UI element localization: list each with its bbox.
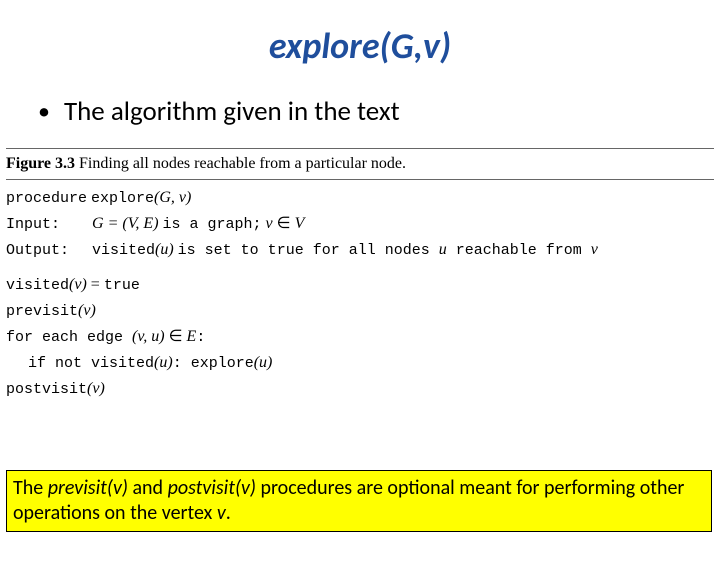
arg-v: (v): [87, 380, 105, 397]
lbl-input: Input:: [6, 213, 88, 236]
bullet-dot-icon: •: [38, 96, 50, 128]
lbl-output: Output:: [6, 239, 88, 262]
note-postvisit: postvisit(v): [168, 476, 256, 500]
fn-previsit: previsit: [6, 303, 78, 320]
paren: ): [153, 215, 158, 232]
algo-line-5: postvisit(v): [6, 377, 714, 402]
slide: explore(G,v) • The algorithm given in th…: [0, 24, 720, 564]
eq-open: = (: [104, 215, 128, 232]
sym-in: ∈: [165, 328, 187, 345]
arg-u: (u): [154, 354, 173, 371]
highlight-note: The previsit(v) and postvisit(v) procedu…: [6, 470, 712, 532]
algo-input-line: Input: G = (V, E) is a graph; v ∈ V: [6, 212, 714, 237]
sym-g: G: [92, 215, 104, 232]
algo-line-1: visited(v) = true: [6, 273, 714, 298]
figure-caption-text: Finding all nodes reachable from a parti…: [79, 155, 406, 172]
arg-g: G: [159, 189, 171, 206]
txt-isagraph: is a graph;: [163, 216, 262, 233]
proc-name: explore: [91, 190, 154, 207]
note-previsit: previsit(v): [48, 476, 128, 500]
fn-explore: explore: [182, 355, 254, 372]
colon: :: [173, 355, 182, 372]
algo-line-4: if not visited(u): explore(u): [6, 351, 714, 376]
note-text: .: [226, 501, 231, 525]
figure-caption: Figure 3.3 Finding all nodes reachable f…: [0, 151, 720, 177]
fn-postvisit: postvisit: [6, 381, 87, 398]
eq-sign: =: [87, 276, 104, 293]
txt-reachable: reachable from: [447, 242, 591, 259]
sym-v2: v: [591, 241, 598, 258]
algo-output-line: Output: visited(u) is set to true for al…: [6, 238, 714, 263]
paren: ): [186, 189, 191, 206]
sym-v-set2: V: [295, 215, 305, 232]
figure-rule-mid: [6, 179, 714, 180]
colon: :: [196, 329, 205, 346]
figure-block: Figure 3.3 Finding all nodes reachable f…: [0, 148, 720, 401]
algo-line-3: for each edge (v, u) ∈ E:: [6, 325, 714, 350]
kw-ifnot: if not: [28, 355, 91, 372]
sym-v: v: [266, 215, 273, 232]
comma: ,: [171, 189, 179, 206]
arg-u2: (u): [254, 354, 273, 371]
algorithm: procedure explore(G, v) Input: G = ( V, E…: [0, 182, 720, 401]
txt-settrue: is set to true for all nodes: [178, 242, 439, 259]
arg-v: v: [179, 189, 186, 206]
figure-label: Figure 3.3: [6, 155, 75, 172]
sym-e-set: E: [187, 328, 197, 345]
blank-line: [6, 263, 714, 273]
note-text: and: [128, 476, 168, 500]
sym-u: u: [439, 241, 447, 258]
fn-visited: visited: [92, 242, 155, 259]
slide-title: explore(G,v): [0, 24, 720, 68]
kw-true: true: [104, 277, 140, 294]
bullet-item: • The algorithm given in the text: [0, 96, 720, 128]
note-v: v: [217, 501, 226, 525]
note-text: The: [13, 476, 48, 500]
fn-visited: visited: [6, 277, 69, 294]
arg-u: (u): [155, 241, 174, 258]
figure-rule-top: [6, 148, 714, 149]
fn-visited: visited: [91, 355, 154, 372]
kw-for: for each edge: [6, 329, 132, 346]
kw-procedure: procedure: [6, 190, 87, 207]
bullet-text: The algorithm given in the text: [64, 96, 400, 128]
arg-v: (v): [78, 302, 96, 319]
arg-v: (v): [69, 276, 87, 293]
sym-in: ∈: [273, 215, 295, 232]
algo-procedure-line: procedure explore(G, v): [6, 186, 714, 211]
sym-e-set: E: [143, 215, 153, 232]
algo-line-2: previsit(v): [6, 299, 714, 324]
